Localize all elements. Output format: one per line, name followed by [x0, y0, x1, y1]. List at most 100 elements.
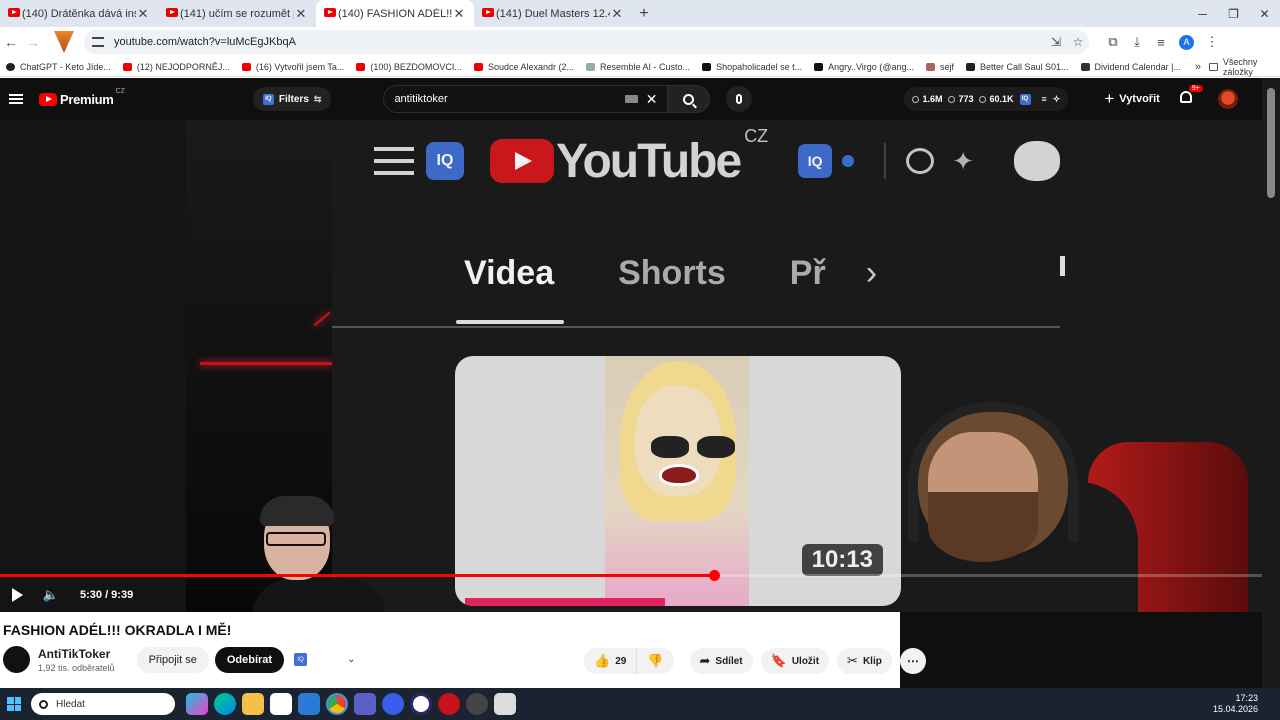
close-window-button[interactable]: ✕ [1249, 0, 1280, 27]
bookmark-item[interactable]: Dividend Calendar |... [1075, 62, 1187, 72]
app-circle-icon[interactable] [382, 693, 404, 715]
save-button[interactable]: 🔖 Uložit [760, 648, 830, 674]
app-gray-icon[interactable] [466, 693, 488, 715]
close-tab-icon[interactable]: ✕ [294, 6, 308, 22]
bookmark-label: sejf [939, 61, 954, 72]
notifications-button[interactable]: 9+ [1179, 85, 1203, 107]
close-tab-icon[interactable]: ✕ [610, 6, 624, 22]
mail-icon[interactable] [298, 693, 320, 715]
bookmark-item[interactable]: ChatGPT - Keto Jíde... [0, 62, 117, 72]
copilot-icon[interactable] [186, 693, 208, 715]
close-tab-icon[interactable]: ✕ [136, 6, 150, 22]
bookmark-item[interactable]: Resemble AI - Custo... [580, 62, 696, 72]
thumbs-down-icon: 👎 [647, 653, 664, 668]
channel-name[interactable]: AntiTikToker [38, 647, 115, 661]
edge-icon[interactable] [214, 693, 236, 715]
downloads-icon[interactable]: ⤓ [1125, 34, 1149, 50]
cartoon-woman-image [605, 356, 749, 606]
join-button[interactable]: Připojit se [136, 646, 209, 673]
keyboard-icon[interactable] [624, 95, 638, 103]
calculator-icon[interactable] [494, 693, 516, 715]
filters-button[interactable]: IQ Filters ⇆ [252, 87, 332, 111]
file-explorer-icon[interactable] [242, 693, 264, 715]
store-icon[interactable] [270, 693, 292, 715]
browser-tab[interactable]: (141) Duel Masters 12.4. TAK TO ✕ [474, 0, 632, 27]
taskbar-apps [183, 693, 519, 715]
windows-start-icon[interactable] [7, 697, 21, 711]
player-controls: 🔈 5:30 / 9:39 [0, 582, 133, 608]
screen-channel-tabs: Videa Shorts Př › [464, 254, 941, 293]
bookmark-item[interactable]: (16) Vytvořil jsem Ta... [236, 62, 351, 72]
channel-stats-widget[interactable]: 1.6M 773 60.1K IQ ≡ ✧ [904, 87, 1069, 111]
bookmark-item[interactable]: (100) BEZDOMOVCI... [350, 62, 468, 72]
forward-button[interactable]: → [22, 30, 44, 54]
close-tab-icon[interactable]: ✕ [452, 6, 466, 22]
sparkle-icon[interactable]: ✧ [1053, 94, 1061, 105]
scrollbar-thumb[interactable] [1267, 88, 1275, 198]
share-button[interactable]: ➦ Sdílet [689, 648, 753, 674]
subscriber-count: 1,92 tis. odběratelů [38, 662, 115, 673]
guide-menu-icon[interactable] [9, 94, 23, 104]
bookmark-star-icon[interactable]: ☆ [1067, 35, 1089, 49]
youtube-logo[interactable]: Premium CZ [39, 88, 125, 107]
account-avatar[interactable] [1217, 89, 1238, 109]
create-button[interactable]: + Vytvořit [1104, 89, 1159, 109]
bookmark-item[interactable]: (12) NEJODPORNĚJ... [117, 62, 236, 72]
clear-search-icon[interactable]: ✕ [646, 91, 658, 108]
app-red-icon[interactable] [438, 693, 460, 715]
bookmark-item[interactable]: sejf [920, 62, 960, 72]
browser-tab[interactable]: (141) učím se rozumět počítačů ✕ [158, 0, 316, 27]
unsubscribe-button[interactable]: Odebírat [214, 646, 285, 673]
chevron-down-icon[interactable]: ⌄ [347, 654, 355, 665]
channel-avatar[interactable] [3, 646, 30, 673]
browser-tab-active[interactable]: (140) FASHION ADÉL!!! OKRADL ✕ [316, 0, 474, 27]
webcam-right-person [888, 402, 1262, 612]
minimize-button[interactable]: ─ [1187, 0, 1218, 27]
maximize-button[interactable]: ❐ [1218, 0, 1249, 27]
iq-icon[interactable]: IQ [294, 653, 308, 666]
play-button[interactable] [4, 582, 30, 608]
profile-avatar[interactable]: A [1179, 34, 1194, 50]
bookmark-item[interactable]: Shopaholicadel se t... [696, 62, 808, 72]
wordpad-icon[interactable] [410, 693, 432, 715]
mute-button[interactable]: 🔈 [38, 582, 64, 608]
install-app-icon[interactable]: ⇲ [1045, 35, 1067, 49]
new-tab-button[interactable]: + [632, 0, 656, 27]
extension-fox-icon[interactable] [54, 31, 74, 53]
site-info-icon[interactable] [92, 37, 104, 47]
bookmark-item[interactable]: Better Call Saul S01... [960, 62, 1075, 72]
all-bookmarks-button[interactable]: Všechny záložky [1209, 57, 1280, 77]
extensions-icon[interactable]: ⧉ [1101, 34, 1125, 50]
dislike-button[interactable]: 👎 [637, 648, 674, 674]
x-icon [702, 62, 712, 71]
video-player[interactable]: IQ YouTube CZ IQ ✦ Videa Shorts Př › 10:… [0, 120, 1262, 612]
likes-value: 773 [958, 94, 974, 104]
teams-icon[interactable] [354, 693, 376, 715]
voice-search-button[interactable] [726, 86, 753, 112]
page-scrollbar[interactable] [1262, 78, 1280, 688]
bookmark-item[interactable]: Soudce Alexandr (2... [468, 62, 580, 72]
address-bar[interactable]: youtube.com/watch?v=luMcEgJKbqA ⇲ ☆ [84, 30, 1089, 54]
like-button[interactable]: 👍 29 [584, 648, 638, 674]
video-progress-bar[interactable] [0, 570, 1262, 581]
taskbar-search-input[interactable]: Hledat [31, 693, 175, 715]
screen-tab-shorts: Shorts [618, 254, 726, 292]
system-clock[interactable]: 17:23 15.04.2026 [1213, 693, 1258, 715]
bookmark-label: (100) BEZDOMOVCI... [370, 61, 462, 72]
bookmark-item[interactable]: Angry..Virgo (@ang... [808, 62, 920, 72]
list-icon[interactable]: ≡ [1042, 94, 1047, 104]
search-input[interactable]: antitiktoker ✕ [383, 85, 669, 113]
clip-button[interactable]: ✂ Klip [837, 648, 892, 674]
tab-title: (141) Duel Masters 12.4. TAK TO [496, 7, 610, 20]
search-button[interactable] [668, 85, 711, 113]
back-button[interactable]: ← [0, 30, 22, 54]
menu-kebab-icon[interactable]: ⋮ [1200, 34, 1224, 50]
browser-tab[interactable]: (140) Drátěnka dává instrukce o ✕ [0, 0, 158, 27]
iq-icon[interactable]: IQ [1019, 93, 1031, 105]
webcam-left-person [252, 496, 388, 612]
clock-icon [912, 95, 920, 103]
reading-list-icon[interactable]: ≡ [1149, 35, 1173, 50]
more-actions-button[interactable]: ⋯ [899, 648, 926, 674]
bookmarks-overflow-icon[interactable]: » [1187, 61, 1209, 73]
chrome-icon[interactable] [326, 693, 348, 715]
